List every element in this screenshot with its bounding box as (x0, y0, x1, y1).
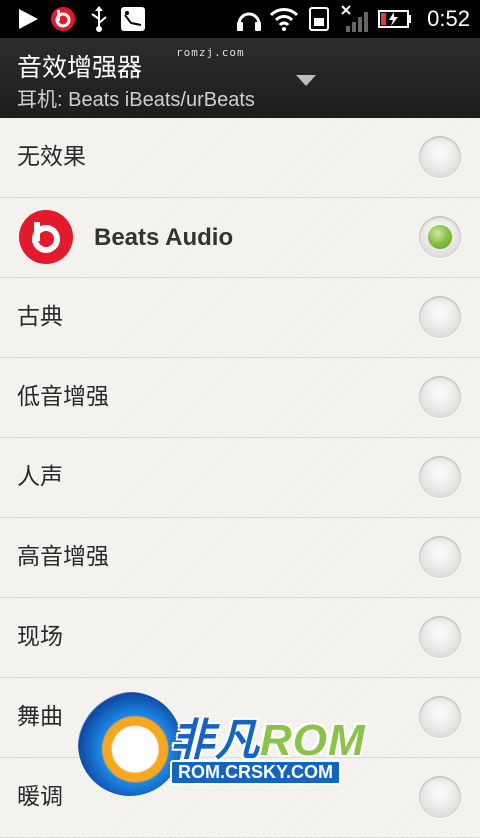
watermark-brand: 非凡ROM (170, 704, 366, 768)
radio-button-selected[interactable] (419, 216, 461, 258)
option-beats-audio[interactable]: Beats Audio (0, 198, 480, 278)
chevron-down-icon[interactable] (293, 70, 319, 90)
beats-logo-icon (19, 210, 73, 264)
option-label: 人声 (17, 464, 63, 490)
option-classical[interactable]: 古典 (0, 278, 480, 358)
option-label: 现场 (17, 624, 63, 650)
option-vocal[interactable]: 人声 (0, 438, 480, 518)
status-time: 0:52 (427, 6, 470, 31)
wifi-icon (268, 0, 300, 38)
radio-button[interactable] (419, 616, 461, 658)
watermark-ring-icon (78, 692, 182, 796)
play-icon (14, 0, 42, 38)
watermark-logo: 非凡ROM ROM.CRSKY.COM (78, 692, 408, 800)
radio-button[interactable] (419, 136, 461, 178)
option-label: 无效果 (17, 144, 86, 170)
radio-button[interactable] (419, 376, 461, 418)
option-label: 低音增强 (17, 384, 109, 410)
option-treble-boost[interactable]: 高音增强 (0, 518, 480, 598)
radio-selected-dot (428, 225, 452, 249)
app-header[interactable]: 音效增强器 romzj.com 耳机: Beats iBeats/urBeats (0, 38, 480, 120)
signal-icon (340, 0, 372, 38)
status-bar: 0:52 (0, 0, 480, 38)
header-watermark: romzj.com (176, 46, 245, 59)
watermark-url: ROM.CRSKY.COM (170, 760, 342, 785)
headphones-icon (234, 0, 264, 38)
battery-icon (378, 0, 412, 38)
page-title: 音效增强器 (17, 53, 143, 82)
watermark-brand-rom: ROM (260, 716, 366, 765)
headphone-type-label: 耳机: Beats iBeats/urBeats (17, 89, 255, 111)
option-live[interactable]: 现场 (0, 598, 480, 678)
sd-icon (118, 0, 148, 38)
sim-icon (306, 0, 332, 38)
option-label: Beats Audio (94, 224, 234, 251)
option-no-effect[interactable]: 无效果 (0, 118, 480, 198)
radio-button[interactable] (419, 776, 461, 818)
usb-icon (86, 0, 112, 38)
radio-button[interactable] (419, 456, 461, 498)
option-label: 古典 (17, 304, 63, 330)
radio-button[interactable] (419, 696, 461, 738)
radio-button[interactable] (419, 296, 461, 338)
option-bass-boost[interactable]: 低音增强 (0, 358, 480, 438)
option-label: 高音增强 (17, 544, 109, 570)
radio-button[interactable] (419, 536, 461, 578)
beats-icon (48, 0, 78, 38)
watermark-brand-cn: 非凡 (170, 716, 260, 765)
option-label: 舞曲 (17, 704, 63, 730)
option-label: 暖调 (17, 784, 63, 810)
